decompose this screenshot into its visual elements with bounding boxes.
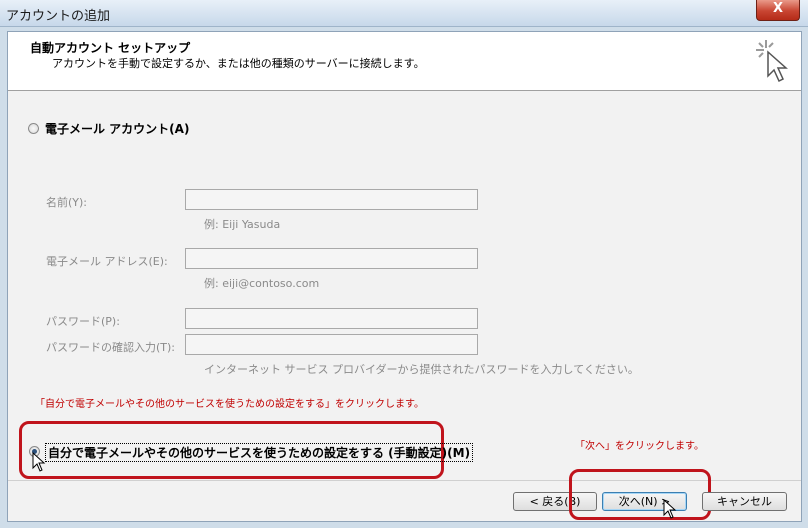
dialog-client-area: 自動アカウント セットアップ アカウントを手動で設定するか、または他の種類のサー…: [7, 31, 802, 522]
email-address-label: 電子メール アドレス(E):: [46, 255, 168, 268]
password-confirm-label: パスワードの確認入力(T):: [46, 341, 176, 354]
mouse-pointer-icon: [663, 499, 677, 519]
close-button[interactable]: X: [756, 0, 800, 21]
mouse-pointer-icon: [32, 452, 46, 472]
next-instruction: 「次へ」をクリックします。: [575, 441, 704, 452]
add-account-dialog: アカウントの追加 X 自動アカウント セットアップ アカウントを手動で設定するか…: [0, 0, 808, 528]
name-label: 名前(Y):: [46, 196, 88, 209]
email-address-field[interactable]: [185, 248, 478, 269]
window-title: アカウントの追加: [6, 9, 111, 24]
name-field[interactable]: [185, 189, 478, 210]
password-label: パスワード(P):: [46, 315, 120, 328]
manual-setup-instruction: 「自分で電子メールやその他のサービスを使うための設定をする」をクリックします。: [35, 399, 424, 410]
password-hint: インターネット サービス プロバイダーから提供されたパスワードを入力してください…: [204, 363, 639, 376]
password-confirm-field[interactable]: [185, 334, 478, 355]
name-hint: 例: Eiji Yasuda: [204, 218, 281, 231]
cancel-button[interactable]: キャンセル: [702, 492, 787, 511]
wizard-header: 自動アカウント セットアップ アカウントを手動で設定するか、または他の種類のサー…: [8, 32, 801, 91]
page-title: 自動アカウント セットアップ: [30, 41, 191, 55]
email-account-radio[interactable]: [28, 123, 39, 134]
page-subtitle: アカウントを手動で設定するか、または他の種類のサーバーに接続します。: [52, 57, 425, 70]
email-hint: 例: eiji@contoso.com: [204, 277, 320, 290]
title-bar: アカウントの追加 X: [0, 0, 808, 27]
email-account-label[interactable]: 電子メール アカウント(A): [45, 120, 189, 137]
password-field[interactable]: [185, 308, 478, 329]
wizard-cursor-icon: [756, 40, 788, 83]
manual-setup-label[interactable]: 自分で電子メールやその他のサービスを使うための設定をする (手動設定)(M): [45, 443, 474, 462]
